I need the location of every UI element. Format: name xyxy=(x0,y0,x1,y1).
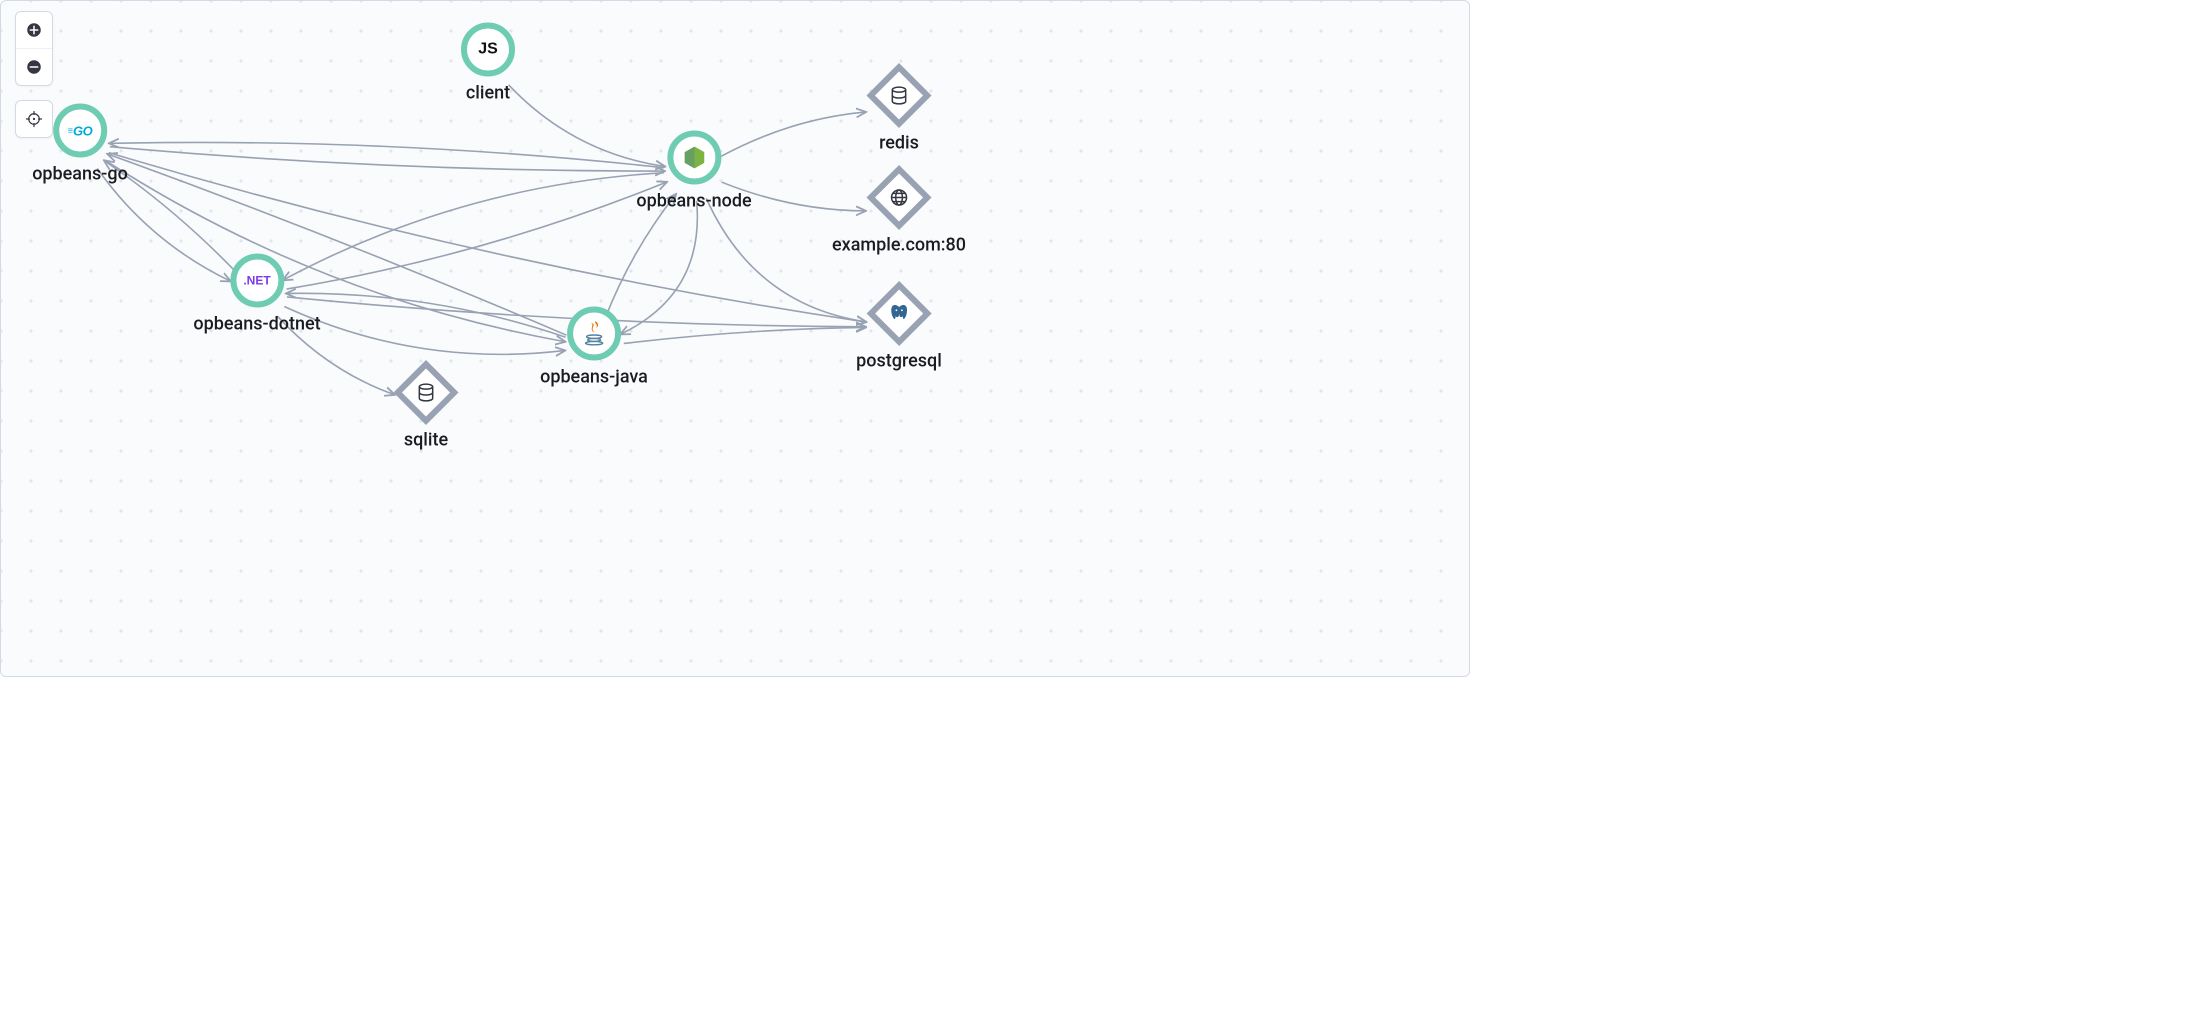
node-label: opbeans-node xyxy=(636,191,751,212)
node-label: opbeans-dotnet xyxy=(193,314,320,335)
node-label: sqlite xyxy=(404,430,448,451)
dotnet-icon: .NET xyxy=(230,254,284,308)
zoom-in-button[interactable] xyxy=(16,12,52,48)
node-opbeans-dotnet[interactable]: .NET opbeans-dotnet xyxy=(193,254,320,335)
node-layer: JS client ≡GO opbeans-go opbeans-node .NET opb… xyxy=(1,1,1469,676)
node-sqlite[interactable]: sqlite xyxy=(395,362,457,451)
java-icon xyxy=(581,319,607,349)
crosshair-icon xyxy=(25,110,43,128)
zoom-controls xyxy=(15,11,53,138)
node-label: opbeans-java xyxy=(540,367,648,388)
node-label: opbeans-go xyxy=(32,164,128,185)
zoom-out-button[interactable] xyxy=(16,48,52,85)
globe-icon xyxy=(866,165,931,230)
database-icon xyxy=(889,86,909,106)
java-icon xyxy=(567,307,621,361)
js-icon: JS xyxy=(461,23,515,77)
node-opbeans-java[interactable]: opbeans-java xyxy=(540,307,648,388)
zoom-group xyxy=(15,11,53,86)
database-icon xyxy=(393,360,458,425)
postgres-icon xyxy=(888,303,910,325)
node-example[interactable]: example.com:80 xyxy=(832,167,966,256)
go-icon: ≡GO xyxy=(53,104,107,158)
plus-circle-icon xyxy=(25,21,43,39)
postgres-icon xyxy=(866,281,931,346)
node-label: postgresql xyxy=(856,351,942,372)
fit-group xyxy=(15,100,53,138)
node-label: client xyxy=(466,83,510,104)
node-client[interactable]: JS client xyxy=(461,23,515,104)
database-icon xyxy=(416,383,436,403)
node-label: redis xyxy=(879,133,919,154)
service-map-canvas[interactable]: JS client ≡GO opbeans-go opbeans-node .NET opb… xyxy=(0,0,1470,677)
globe-icon xyxy=(889,188,909,208)
node-opbeans-node[interactable]: opbeans-node xyxy=(636,131,751,212)
fit-to-screen-button[interactable] xyxy=(16,101,52,137)
minus-circle-icon xyxy=(25,58,43,76)
node-postgresql[interactable]: postgresql xyxy=(856,283,942,372)
database-icon xyxy=(866,63,931,128)
nodejs-icon xyxy=(681,145,707,171)
nodejs-icon xyxy=(667,131,721,185)
node-redis[interactable]: redis xyxy=(868,65,930,154)
node-label: example.com:80 xyxy=(832,235,966,256)
